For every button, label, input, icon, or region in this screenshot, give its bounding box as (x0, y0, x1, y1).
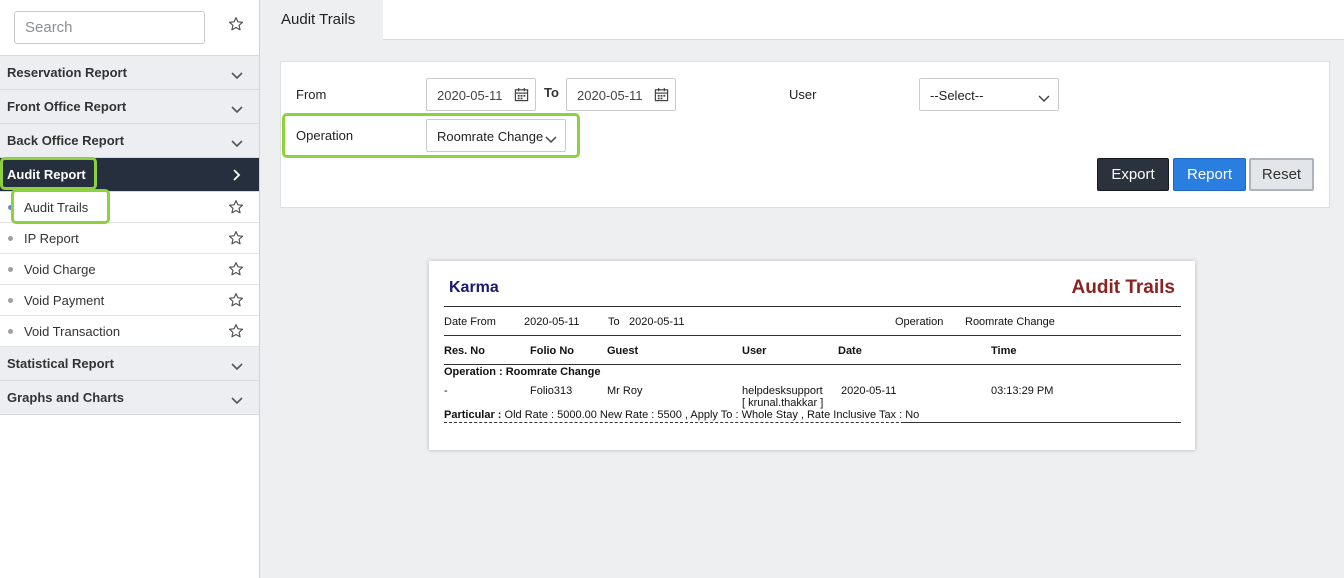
date-from-value: 2020-05-11 (524, 316, 580, 328)
operation-label: Operation (296, 128, 354, 143)
chevron-down-icon (231, 136, 243, 151)
column-header: Res. No (444, 345, 485, 357)
calendar-icon[interactable] (514, 87, 529, 105)
report-title: Audit Trails (1071, 277, 1175, 298)
main-content: Audit Trails From 2020-05-11 To 2020-05-… (260, 0, 1344, 578)
user-cell: helpdesksupport (742, 385, 823, 397)
to-label: To (608, 316, 620, 328)
divider (444, 306, 1181, 307)
res-no-cell: - (444, 385, 448, 397)
bullet-icon (8, 298, 13, 303)
sidebar-section-back-office-report[interactable]: Back Office Report (0, 124, 259, 158)
sidebar-item-void-payment[interactable]: Void Payment (0, 285, 259, 316)
bullet-icon (8, 267, 13, 272)
star-icon[interactable] (228, 292, 244, 311)
to-value: 2020-05-11 (629, 316, 685, 328)
time-cell: 03:13:29 PM (991, 385, 1054, 397)
sidebar-item-audit-trails[interactable]: Audit Trails (0, 192, 259, 223)
sidebar-item-ip-report[interactable]: IP Report (0, 223, 259, 254)
star-icon[interactable] (228, 199, 244, 218)
sidebar-item-label: Void Payment (24, 292, 105, 308)
section-label: Audit Report (7, 167, 86, 182)
particular-text: Old Rate : 5000.00 New Rate : 5500 , App… (501, 409, 920, 421)
to-date-value: 2020-05-11 (577, 88, 643, 103)
report-button[interactable]: Report (1173, 158, 1246, 191)
section-label: Front Office Report (7, 99, 127, 114)
star-icon[interactable] (228, 16, 244, 35)
sidebar-section-front-office-report[interactable]: Front Office Report (0, 90, 259, 124)
section-label: Reservation Report (7, 65, 127, 80)
tab-audit-trails[interactable]: Audit Trails (260, 0, 383, 40)
section-label: Back Office Report (7, 133, 125, 148)
sidebar-item-label: IP Report (24, 230, 79, 246)
divider (444, 364, 1181, 365)
date-from-label: Date From (444, 316, 496, 328)
chevron-down-icon (231, 359, 243, 374)
to-label: To (544, 85, 559, 100)
divider (904, 422, 1181, 423)
operation-select[interactable]: Roomrate Change (426, 119, 566, 152)
company-name: Karma (449, 279, 499, 296)
bullet-icon (8, 329, 13, 334)
sidebar-item-void-transaction[interactable]: Void Transaction (0, 316, 259, 347)
date-cell: 2020-05-11 (841, 385, 897, 397)
chevron-down-icon (231, 102, 243, 117)
star-icon[interactable] (228, 323, 244, 342)
sidebar: Reservation Report Front Office Report B… (0, 0, 260, 578)
report-preview: Karma Audit Trails Date From 2020-05-11 … (429, 261, 1195, 450)
section-label: Graphs and Charts (7, 390, 125, 405)
guest-cell: Mr Roy (607, 385, 643, 397)
from-date-value: 2020-05-11 (437, 88, 503, 103)
star-icon[interactable] (228, 261, 244, 280)
sidebar-item-label: Audit Trails (24, 199, 89, 215)
user-select-value: --Select-- (930, 88, 984, 103)
sidebar-item-void-charge[interactable]: Void Charge (0, 254, 259, 285)
chevron-down-icon (231, 68, 243, 83)
bullet-icon (8, 236, 13, 241)
user-select[interactable]: --Select-- (919, 78, 1059, 111)
search-input[interactable] (14, 11, 205, 44)
chevron-down-icon (1038, 91, 1050, 106)
column-header: Guest (607, 345, 639, 357)
group-label: Operation : Roomrate Change (444, 366, 601, 378)
to-date-field[interactable]: 2020-05-11 (566, 78, 676, 111)
operation-select-value: Roomrate Change (437, 129, 544, 144)
particular-line: Particular : Old Rate : 5000.00 New Rate… (444, 409, 920, 423)
operation-value: Roomrate Change (965, 316, 1055, 328)
sidebar-item-label: Void Transaction (24, 323, 121, 339)
folio-no-cell: Folio313 (530, 385, 573, 397)
search-bar (0, 0, 259, 56)
sidebar-section-audit-report[interactable]: Audit Report (0, 158, 259, 192)
chevron-down-icon (231, 393, 243, 408)
calendar-icon[interactable] (654, 87, 669, 105)
sidebar-section-statistical-report[interactable]: Statistical Report (0, 347, 259, 381)
sidebar-item-label: Void Charge (24, 261, 96, 277)
particular-label: Particular : (444, 409, 502, 421)
user-sub-cell: [ krunal.thakkar ] (742, 397, 824, 409)
reset-button[interactable]: Reset (1249, 158, 1314, 191)
sidebar-section-graphs-and-charts[interactable]: Graphs and Charts (0, 381, 259, 415)
operation-label: Operation (895, 316, 944, 328)
column-header: Time (991, 345, 1017, 357)
user-label: User (789, 87, 817, 102)
divider (444, 335, 1181, 336)
bullet-icon (8, 205, 13, 210)
column-header: Folio No (530, 345, 574, 357)
from-label: From (296, 87, 327, 102)
star-icon[interactable] (228, 230, 244, 249)
chevron-down-icon (545, 132, 557, 147)
export-button[interactable]: Export (1097, 158, 1169, 191)
chevron-right-icon (233, 169, 241, 184)
column-header: User (742, 345, 767, 357)
column-header: Date (838, 345, 862, 357)
sidebar-section-reservation-report[interactable]: Reservation Report (0, 56, 259, 90)
filter-panel: From 2020-05-11 To 2020-05-11 User --Sel… (280, 61, 1330, 208)
from-date-field[interactable]: 2020-05-11 (426, 78, 536, 111)
tab-bar: Audit Trails (260, 0, 1344, 40)
section-label: Statistical Report (7, 356, 114, 371)
